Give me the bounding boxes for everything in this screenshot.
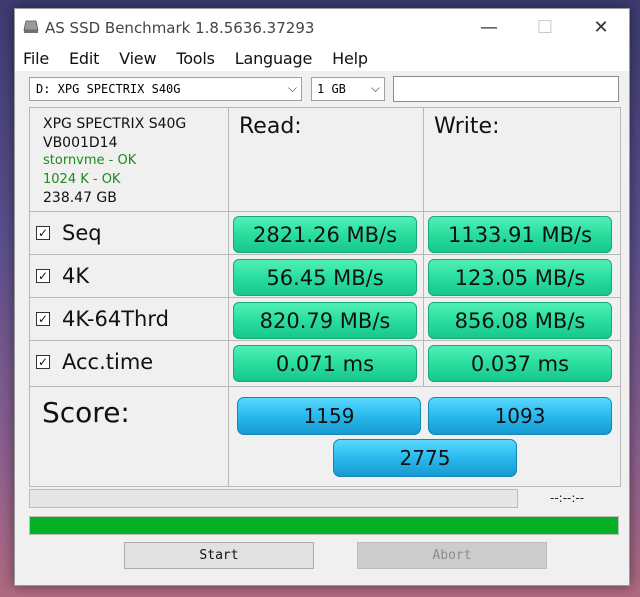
test-label: 4K — [62, 264, 90, 288]
test-row-acc-time[interactable]: ✓ Acc.time — [36, 341, 153, 383]
grid-divider — [423, 108, 424, 386]
seq-read-result: 2821.26 MB/s — [233, 216, 417, 253]
score-label: Score: — [42, 396, 130, 429]
checkbox-acc-time[interactable]: ✓ — [36, 355, 50, 369]
drive-capacity: 238.47 GB — [43, 190, 117, 206]
test-label: 4K-64Thrd — [62, 307, 169, 331]
write-score: 1093 — [428, 397, 612, 435]
app-window: AS SSD Benchmark 1.8.5636.37293 — ☐ ✕ Fi… — [14, 8, 630, 586]
drive-select-value: D: XPG SPECTRIX S40G — [36, 82, 181, 96]
4k64-write-result: 856.08 MB/s — [428, 302, 612, 339]
menu-bar: File Edit View Tools Language Help — [15, 45, 629, 71]
test-label: Seq — [62, 221, 102, 245]
test-size-value: 1 GB — [317, 82, 346, 96]
total-score: 2775 — [333, 439, 517, 477]
write-header: Write: — [434, 114, 500, 139]
selection-row: D: XPG SPECTRIX S40G ⌵ 1 GB ⌵ — [15, 75, 631, 103]
progress-fill — [30, 517, 618, 534]
test-row-4k-64thrd[interactable]: ✓ 4K-64Thrd — [36, 298, 169, 340]
grid-divider — [30, 254, 620, 255]
maximize-button[interactable]: ☐ — [517, 9, 573, 45]
read-score: 1159 — [237, 397, 421, 435]
drive-info: XPG SPECTRIX S40G VB001D14 stornvme - OK… — [43, 115, 186, 208]
drive-firmware: VB001D14 — [43, 134, 118, 151]
read-header: Read: — [239, 114, 302, 139]
menu-edit[interactable]: Edit — [69, 49, 99, 68]
seq-write-result: 1133.91 MB/s — [428, 216, 612, 253]
drive-model: XPG SPECTRIX S40G — [43, 116, 187, 132]
checkbox-seq[interactable]: ✓ — [36, 226, 50, 240]
abort-button[interactable]: Abort — [357, 542, 547, 569]
driver-status: stornvme - OK — [43, 153, 137, 168]
elapsed-time: --:--:-- — [550, 491, 585, 505]
drive-select[interactable]: D: XPG SPECTRIX S40G ⌵ — [29, 77, 302, 101]
minimize-button[interactable]: — — [461, 9, 517, 45]
start-button[interactable]: Start — [124, 542, 314, 569]
menu-file[interactable]: File — [23, 49, 49, 68]
checkbox-4k-64thrd[interactable]: ✓ — [36, 312, 50, 326]
test-size-select[interactable]: 1 GB ⌵ — [311, 77, 385, 101]
title-bar: AS SSD Benchmark 1.8.5636.37293 — ☐ ✕ — [15, 9, 629, 45]
4k-write-result: 123.05 MB/s — [428, 259, 612, 296]
chevron-down-icon: ⌵ — [287, 81, 297, 95]
chevron-down-icon: ⌵ — [370, 81, 380, 95]
grid-divider — [30, 211, 620, 212]
test-row-4k[interactable]: ✓ 4K — [36, 255, 89, 297]
menu-help[interactable]: Help — [332, 49, 368, 68]
checkbox-4k[interactable]: ✓ — [36, 269, 50, 283]
menu-tools[interactable]: Tools — [176, 49, 215, 68]
close-button[interactable]: ✕ — [573, 9, 629, 45]
menu-view[interactable]: View — [119, 49, 156, 68]
test-progress-bar — [29, 489, 518, 508]
menu-language[interactable]: Language — [235, 49, 313, 68]
alignment-status: 1024 K - OK — [43, 171, 121, 187]
results-grid: XPG SPECTRIX S40G VB001D14 stornvme - OK… — [29, 107, 621, 487]
acc-time-write-result: 0.037 ms — [428, 345, 612, 382]
overall-progress-bar — [29, 516, 619, 535]
4k64-read-result: 820.79 MB/s — [233, 302, 417, 339]
test-row-seq[interactable]: ✓ Seq — [36, 212, 102, 254]
grid-divider — [30, 386, 620, 387]
test-label: Acc.time — [62, 350, 154, 374]
window-title: AS SSD Benchmark 1.8.5636.37293 — [45, 19, 315, 37]
status-field — [393, 76, 619, 102]
drive-icon — [23, 20, 39, 33]
4k-read-result: 56.45 MB/s — [233, 259, 417, 296]
acc-time-read-result: 0.071 ms — [233, 345, 417, 382]
